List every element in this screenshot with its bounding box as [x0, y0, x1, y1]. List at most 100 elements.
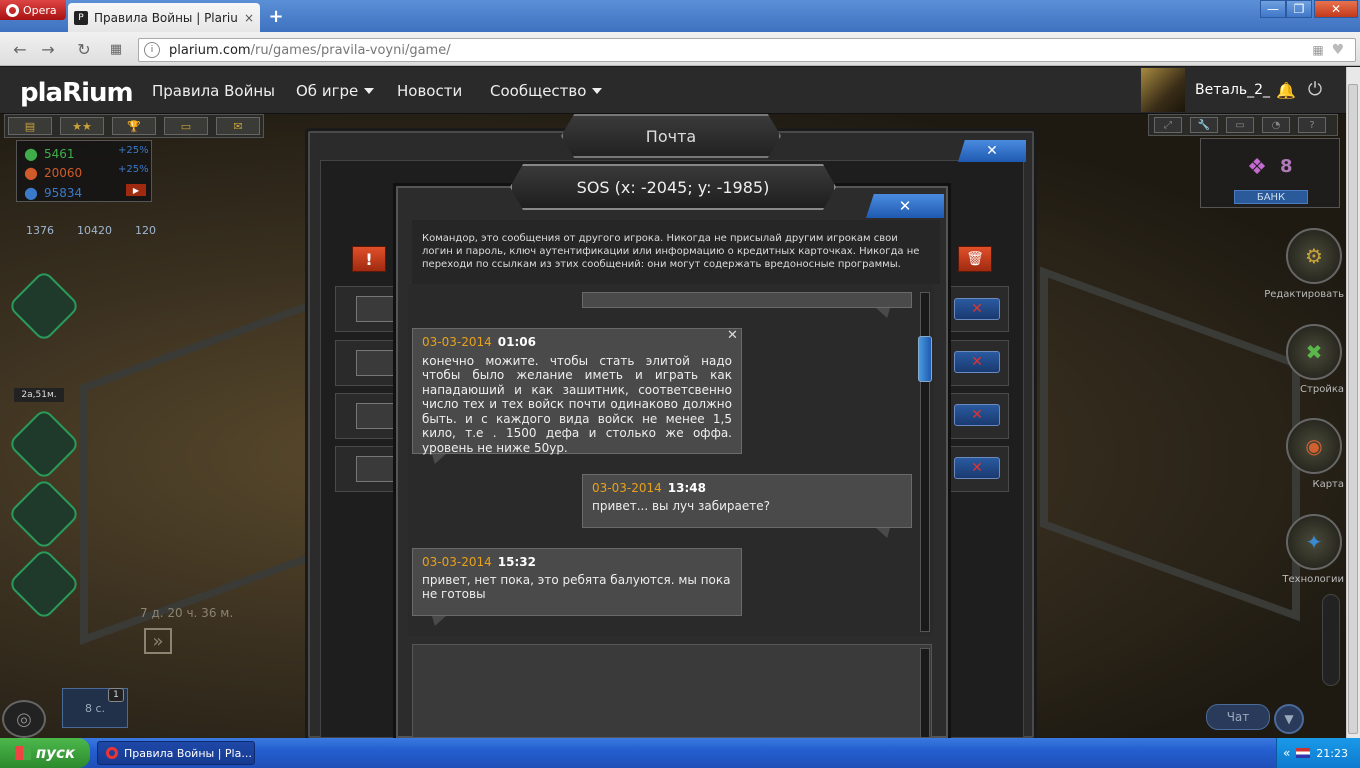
resource-1-bonus: +25% [118, 145, 149, 156]
mail-row-delete-button[interactable]: ✕ [954, 404, 1000, 426]
taskbar-item-label: Правила Войны | Pla... [124, 746, 252, 760]
maximize-button[interactable]: ❐ [1286, 0, 1312, 18]
fullscreen-icon[interactable]: ⤢ [1154, 117, 1182, 133]
bell-icon[interactable]: 🔔 [1276, 80, 1296, 100]
nav-game[interactable]: Правила Войны [152, 82, 275, 100]
resource-1-value: 5461 [43, 146, 75, 161]
nav-community[interactable]: Сообщество [490, 82, 603, 100]
tech-label: Технологии [1282, 574, 1344, 585]
chevron-down-icon[interactable]: ▼ [1274, 704, 1304, 734]
url-path: /ru/games/pravila-voyni/game/ [250, 42, 451, 58]
event-timer: 7 д. 20 ч. 36 м. [140, 606, 234, 620]
stars-icon[interactable]: ★★ [60, 117, 104, 135]
tab-close-icon[interactable]: × [244, 11, 254, 25]
chevron-down-icon [592, 88, 603, 94]
mail-row-delete-button[interactable]: ✕ [954, 457, 1000, 479]
build-icon[interactable]: ✖ [1286, 324, 1342, 380]
ticket-icon[interactable]: ▭ [164, 117, 208, 135]
reload-icon[interactable]: ↻ [74, 40, 94, 59]
opera-menu-button[interactable]: Opera [0, 0, 66, 20]
report-button[interactable]: ! [352, 246, 386, 272]
plarium-logo[interactable]: plaRium [20, 78, 134, 108]
power-label: 2а,51м. [14, 388, 64, 402]
flag-icon[interactable]: ▭ [1226, 117, 1254, 133]
opera-logo-icon [6, 3, 19, 17]
wrench-icon[interactable]: 🔧 [1190, 117, 1218, 133]
stat-units: 1376 [26, 223, 54, 237]
start-button[interactable]: пуск [0, 738, 90, 768]
mail-row-delete-button[interactable]: ✕ [954, 298, 1000, 320]
nav-game-label: Правила Войны [152, 82, 275, 100]
base-wall [1040, 266, 1300, 622]
opera-menu-label: Opera [23, 3, 57, 17]
envelope-icon [356, 403, 394, 429]
map-icon[interactable]: ◉ [1286, 418, 1342, 474]
window-close-button[interactable]: ✕ [1314, 0, 1358, 18]
compass-icon[interactable]: ◎ [2, 700, 46, 738]
ranking-icon[interactable]: ▤ [8, 117, 52, 135]
message-close-icon[interactable]: ✕ [727, 328, 738, 343]
reply-textarea[interactable] [412, 644, 932, 738]
nav-about[interactable]: Об игре [296, 82, 375, 100]
taskbar-item-opera[interactable]: Правила Войны | Pla... [97, 741, 255, 765]
trophy-icon[interactable]: 🏆 [112, 117, 156, 135]
conversation-close-button[interactable]: ✕ [866, 194, 944, 218]
zoom-slider[interactable] [1322, 594, 1340, 686]
build-label: Стройка [1300, 384, 1344, 395]
tech-icon[interactable]: ✦ [1286, 514, 1342, 570]
bank-button[interactable]: БАНК [1234, 190, 1308, 204]
mail-row-delete-button[interactable]: ✕ [954, 351, 1000, 373]
resource-2-bonus: +25% [118, 164, 149, 175]
resource-2: ● 20060 [24, 163, 82, 182]
message-scrollbar-thumb[interactable] [918, 336, 932, 382]
envelope-icon [356, 296, 394, 322]
mail-icon[interactable]: ✉ [216, 117, 260, 135]
heart-icon[interactable]: ♥ [1330, 42, 1346, 58]
bank-count: 8 [1280, 156, 1293, 177]
page-scrollbar-thumb[interactable] [1348, 84, 1358, 734]
resource-2-icon: ● [24, 163, 38, 182]
power-icon[interactable]: ⏻ [1305, 79, 1325, 100]
envelope-icon [356, 456, 394, 482]
username[interactable]: Веталь_2_ [1195, 82, 1270, 98]
signal-icon[interactable]: ◔ [1262, 117, 1290, 133]
new-tab-button[interactable]: + [266, 6, 286, 27]
queue-time: 8 с. [84, 701, 106, 715]
message-bubble-partial [582, 292, 912, 308]
stat-defense: 10420 [77, 223, 112, 237]
back-icon[interactable]: ← [10, 40, 30, 59]
minimize-button[interactable]: — [1260, 0, 1286, 18]
resource-1-icon: ● [24, 144, 38, 163]
chat-button[interactable]: Чат [1206, 704, 1270, 730]
language-flag-icon[interactable] [1296, 748, 1311, 758]
forward-icon[interactable]: → [38, 40, 58, 59]
tray-arrow-icon[interactable]: « [1283, 746, 1290, 760]
fast-forward-button[interactable]: » [144, 628, 172, 654]
site-info-icon[interactable]: i [144, 42, 160, 58]
plarium-favicon-icon: P [74, 10, 88, 25]
resource-3-value: 95834 [43, 185, 83, 200]
delete-all-button[interactable]: 🗑 [958, 246, 992, 272]
clock: 21:23 [1316, 746, 1348, 760]
mail-close-button[interactable]: ✕ [958, 140, 1026, 162]
start-label: пуск [35, 744, 76, 762]
nav-news-label: Новости [397, 82, 463, 100]
nav-news[interactable]: Новости [397, 82, 462, 100]
url-host: plarium.com [169, 42, 251, 58]
resource-3-icon: ● [24, 183, 38, 202]
message-bubble: 03-03-2014 15:32 привет, нет пока, это ре… [412, 548, 742, 616]
reply-scrollbar[interactable] [920, 648, 930, 738]
message-date: 03-03-2014 [422, 335, 492, 349]
edit-icon[interactable]: ⚙ [1286, 228, 1342, 284]
browser-tab[interactable]: P Правила Войны | Plarium × [68, 3, 260, 32]
message-date: 03-03-2014 [422, 555, 492, 569]
army-stats: 1376 10420 120 [26, 216, 156, 244]
url-field[interactable]: plarium.com/ru/games/pravila-voyni/game/ [138, 38, 1356, 62]
message-time: 15:32 [497, 555, 536, 569]
avatar[interactable] [1141, 68, 1185, 112]
speed-dial-icon[interactable]: ▦ [106, 40, 126, 58]
grid-icon[interactable]: ▦ [1310, 42, 1326, 58]
message-text: привет... вы луч забираете? [592, 498, 771, 513]
buy-resource-button[interactable]: ▶ [126, 184, 146, 196]
help-icon[interactable]: ? [1298, 117, 1326, 133]
